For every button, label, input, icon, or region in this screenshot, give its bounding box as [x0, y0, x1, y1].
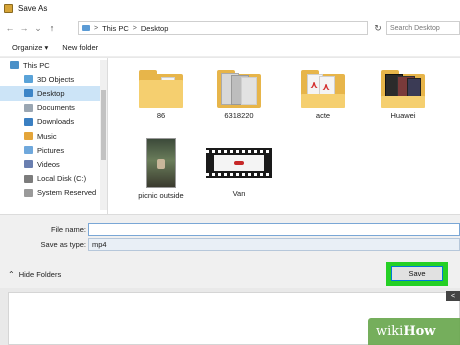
file-list: 86 6318220 ⋏ ⋏ acte Huawei picnic outsid… [108, 58, 460, 214]
breadcrumb-desktop[interactable]: Desktop [141, 24, 169, 33]
sidebar-item-label: 3D Objects [37, 74, 75, 84]
file-item-label: Van [232, 189, 246, 198]
watermark-prefix: wiki [376, 324, 404, 339]
video-thumbnail-icon [206, 148, 272, 178]
navigation-scrollbar[interactable] [100, 60, 107, 210]
drive-icon [24, 188, 33, 197]
image-thumbnail-icon [146, 138, 176, 188]
file-item-folder[interactable]: 6318220 [206, 70, 272, 120]
file-item-label: picnic outside [138, 191, 184, 200]
toolbar: Organize ▾ New folder [0, 39, 460, 57]
sidebar-item-label: Local Disk (C:) [37, 174, 87, 184]
sidebar-item-label: This PC [23, 60, 50, 70]
new-folder-button[interactable]: New folder [62, 43, 98, 52]
watermark-suffix: How [403, 324, 436, 339]
sidebar-item-music[interactable]: Music [0, 129, 107, 143]
save-button[interactable]: Save [391, 266, 443, 281]
folder-icon [82, 25, 90, 31]
folder-icon [139, 70, 183, 108]
file-item-label: acte [315, 111, 331, 120]
folder-icon [217, 70, 261, 108]
folder-icon [381, 70, 425, 108]
file-item-folder[interactable]: Huawei [370, 70, 436, 120]
breadcrumb-separator: > [132, 24, 137, 32]
file-name-label: File name: [50, 224, 86, 234]
address-row: ← → ⌄ ↑ > This PC > Desktop ↻ Search Des… [0, 17, 460, 39]
file-item-video[interactable]: Van [206, 138, 272, 198]
file-item-image[interactable]: picnic outside [128, 138, 194, 200]
app-icon [4, 4, 13, 13]
forward-arrow-icon[interactable]: → [18, 22, 30, 34]
pictures-icon [24, 146, 33, 155]
file-item-folder[interactable]: 86 [128, 70, 194, 120]
sidebar-item-local-disk[interactable]: Local Disk (C:) [0, 172, 107, 186]
sidebar-item-videos[interactable]: Videos [0, 157, 107, 171]
sidebar-item-label: Downloads [37, 117, 75, 127]
window-title: Save As [18, 4, 48, 13]
file-item-folder[interactable]: ⋏ ⋏ acte [290, 70, 356, 120]
title-bar: Save As [0, 0, 460, 17]
videos-icon [24, 160, 33, 169]
folder-icon: ⋏ ⋏ [301, 70, 345, 108]
navigation-pane: This PC 3D Objects Desktop Documents Dow… [0, 58, 108, 214]
drive-icon [24, 174, 33, 183]
file-name-field[interactable] [88, 222, 460, 236]
sidebar-item-label: Desktop [37, 88, 65, 98]
sidebar-item-label: Videos [37, 159, 60, 169]
file-item-label: 6318220 [224, 111, 254, 120]
breadcrumb-this-pc[interactable]: This PC [102, 24, 129, 33]
documents-icon [24, 103, 33, 112]
breadcrumb-separator: > [94, 24, 99, 32]
address-bar[interactable]: > This PC > Desktop [78, 21, 368, 35]
chevron-left-icon[interactable]: < [446, 291, 460, 301]
scrollbar-thumb[interactable] [101, 90, 106, 160]
search-input[interactable]: Search Desktop [386, 21, 460, 35]
music-icon [24, 132, 33, 141]
file-item-label: Huawei [390, 111, 416, 120]
refresh-icon[interactable]: ↻ [372, 21, 384, 35]
computer-icon [10, 61, 19, 70]
sidebar-item-label: Music [37, 131, 57, 141]
chevron-up-icon: ⌃ [8, 270, 15, 279]
back-arrow-icon[interactable]: ← [4, 22, 16, 34]
sidebar-item-desktop[interactable]: Desktop [0, 86, 107, 101]
sidebar-item-label: System Reserved [37, 188, 97, 198]
sidebar-item-downloads[interactable]: Downloads [0, 115, 107, 129]
save-as-type-row: Save as type: mp4 [0, 237, 460, 251]
sidebar-item-3d-objects[interactable]: 3D Objects [0, 72, 107, 86]
sidebar-item-pictures[interactable]: Pictures [0, 143, 107, 157]
desktop-icon [24, 89, 33, 98]
save-as-type-label: Save as type: [40, 239, 86, 249]
sidebar-item-label: Pictures [37, 145, 65, 155]
cube-icon [24, 75, 33, 84]
save-fields-panel: File name: Save as type: mp4 [0, 214, 460, 260]
up-arrow-icon[interactable]: ↑ [46, 22, 58, 34]
hide-folders-label: Hide Folders [18, 270, 62, 279]
download-icon [24, 117, 33, 126]
organize-menu[interactable]: Organize ▾ [12, 43, 48, 52]
file-item-label: 86 [156, 111, 166, 120]
sidebar-item-this-pc[interactable]: This PC [0, 58, 107, 72]
save-as-type-select[interactable]: mp4 [88, 237, 460, 251]
sidebar-item-documents[interactable]: Documents [0, 101, 107, 115]
file-name-row: File name: [0, 222, 460, 236]
recent-locations-icon[interactable]: ⌄ [32, 22, 44, 34]
sidebar-item-system-reserved[interactable]: System Reserved [0, 186, 107, 200]
hide-folders-button[interactable]: ⌃ Hide Folders [8, 270, 61, 279]
sidebar-item-label: Documents [37, 103, 75, 113]
wikihow-watermark: wiki How [368, 318, 460, 345]
